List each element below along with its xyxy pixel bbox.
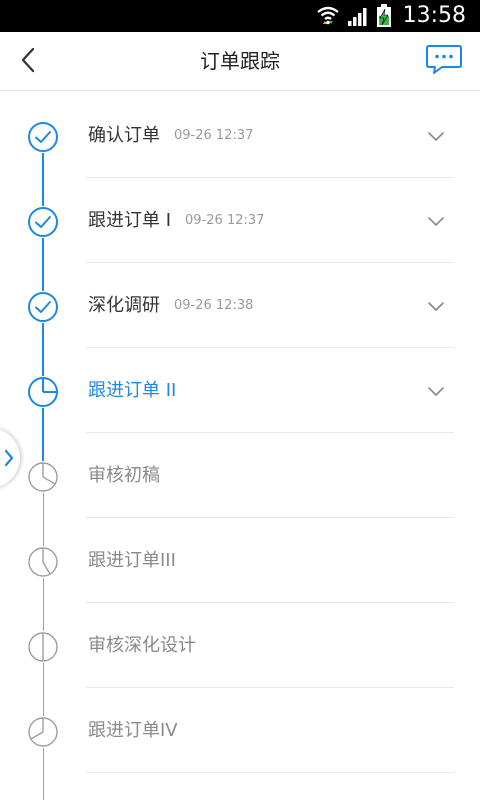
- clock-icon: [28, 632, 58, 662]
- timeline-step: 跟进订单III: [0, 517, 480, 603]
- page-title: 订单跟踪: [200, 49, 280, 73]
- order-timeline: 确认订单 09-26 12:37 跟进订单 I 09-26 12:37 深化调研 09-2…: [0, 92, 480, 800]
- status-icons: [316, 4, 392, 28]
- step-title: 审核深化设计: [88, 635, 196, 656]
- chat-bubble-icon: [426, 45, 462, 74]
- step-label: 确认订单 09-26 12:37: [88, 123, 253, 149]
- app-header: 订单跟踪: [0, 32, 480, 91]
- clock-icon: [28, 547, 58, 577]
- step-label: 审核深化设计: [88, 633, 196, 659]
- row-divider: [86, 772, 454, 773]
- step-timestamp: 09-26 12:38: [174, 298, 254, 313]
- timeline-step[interactable]: 跟进订单 II: [0, 347, 480, 433]
- chevron-down-icon[interactable]: [426, 385, 446, 399]
- step-label: 跟进订单III: [88, 548, 176, 574]
- step-title: 跟进订单 I: [88, 210, 172, 231]
- timeline-step[interactable]: 跟进订单 I 09-26 12:37: [0, 177, 480, 263]
- clock-icon: [28, 377, 58, 407]
- signal-icon: [348, 8, 367, 26]
- step-label: 审核初稿: [88, 463, 160, 489]
- wifi-icon: [317, 6, 339, 25]
- step-title: 跟进订单III: [88, 550, 176, 571]
- clock-icon: [28, 462, 58, 492]
- step-label: 深化调研 09-26 12:38: [88, 293, 253, 319]
- step-timestamp: 09-26 12:37: [185, 213, 265, 228]
- timeline-step: 跟进订单IV: [0, 687, 480, 773]
- clock-icon: [28, 717, 58, 747]
- step-label: 跟进订单 II: [88, 378, 176, 404]
- step-timestamp: 09-26 12:37: [174, 128, 254, 143]
- step-title: 确认订单: [88, 125, 160, 146]
- step-title: 审核初稿: [88, 465, 160, 486]
- check-circle-icon: [28, 207, 58, 237]
- step-title: 跟进订单 II: [88, 380, 177, 401]
- check-circle-icon: [28, 122, 58, 152]
- step-label: 跟进订单IV: [88, 718, 178, 744]
- message-button[interactable]: [424, 42, 464, 78]
- step-title: 跟进订单IV: [88, 720, 178, 741]
- chevron-down-icon[interactable]: [426, 130, 446, 144]
- timeline-step[interactable]: 深化调研 09-26 12:38: [0, 262, 480, 348]
- chevron-down-icon[interactable]: [426, 215, 446, 229]
- timeline-step: 审核初稿: [0, 432, 480, 518]
- timeline-step: 审核深化设计: [0, 602, 480, 688]
- chevron-right-icon: [4, 449, 14, 467]
- check-circle-icon: [28, 292, 58, 322]
- step-title: 深化调研: [88, 295, 160, 316]
- status-time: 13:58: [402, 3, 466, 28]
- status-bar: 13:58: [0, 0, 480, 32]
- chevron-down-icon[interactable]: [426, 300, 446, 314]
- step-label: 跟进订单 I 09-26 12:37: [88, 208, 264, 234]
- timeline-step[interactable]: 确认订单 09-26 12:37: [0, 92, 480, 178]
- battery-charging-icon: [377, 4, 391, 27]
